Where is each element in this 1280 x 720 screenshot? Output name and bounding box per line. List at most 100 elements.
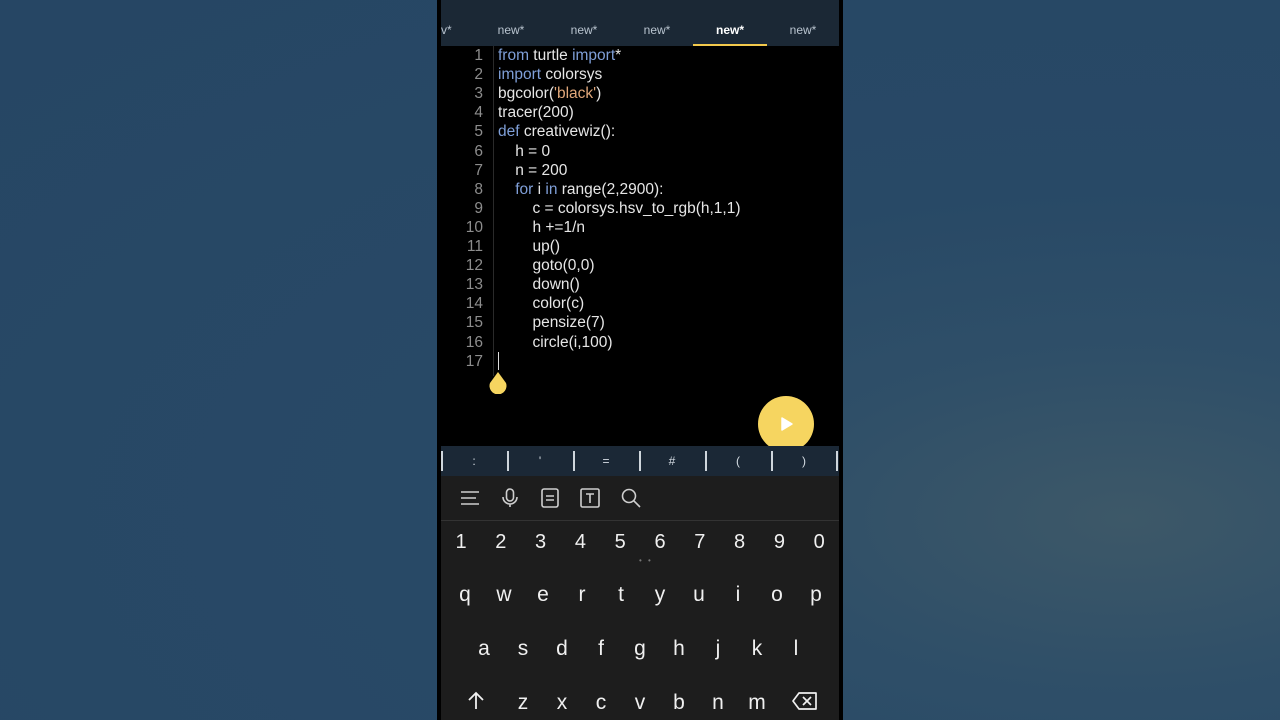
code-editor[interactable]: 1 from turtle import* 2 import colorsys 3 bgc… — [441, 46, 839, 446]
code-token: color(c) — [498, 295, 585, 313]
code-line[interactable]: 1 from turtle import* — [441, 46, 839, 65]
symbol-key[interactable]: ( — [705, 446, 771, 476]
code-token: tracer(200) — [498, 104, 574, 122]
key-j[interactable]: j — [700, 634, 736, 664]
menu-icon[interactable] — [458, 486, 482, 510]
tab-bar: v* new* new* new* new* new* — [441, 0, 839, 46]
tab-partial[interactable]: v* — [441, 21, 452, 39]
code-line[interactable]: 8 for i in range(2,2900): — [441, 180, 839, 199]
run-button[interactable] — [758, 396, 814, 452]
key-m[interactable]: m — [739, 688, 775, 718]
code-line[interactable]: 3 bgcolor('black') — [441, 84, 839, 103]
line-number: 10 — [465, 218, 483, 236]
key-5[interactable]: 5 — [602, 528, 638, 556]
key-g[interactable]: g — [622, 634, 658, 664]
key-z[interactable]: z — [505, 688, 541, 718]
shift-icon[interactable] — [465, 690, 487, 712]
search-icon[interactable] — [619, 486, 643, 510]
backspace-icon[interactable] — [791, 691, 819, 711]
tab-2[interactable]: new* — [547, 21, 621, 46]
code-token: ) — [596, 85, 602, 103]
key-x[interactable]: x — [544, 688, 580, 718]
code-line[interactable]: 2 import colorsys — [441, 65, 839, 84]
code-line[interactable]: 4 tracer(200) — [441, 103, 839, 122]
key-2[interactable]: 2 — [483, 528, 519, 556]
key-4[interactable]: 4 — [562, 528, 598, 556]
key-q[interactable]: q — [447, 580, 483, 610]
line-number: 9 — [474, 199, 483, 217]
symbol-key[interactable]: : — [441, 446, 507, 476]
tab-3[interactable]: new* — [620, 21, 694, 46]
clipboard-icon[interactable] — [538, 486, 562, 510]
keyword-token: for — [515, 180, 534, 198]
key-d[interactable]: d — [544, 634, 580, 664]
tab-4[interactable]: new* — [693, 21, 767, 46]
key-7[interactable]: 7 — [682, 528, 718, 556]
key-0[interactable]: 0 — [801, 528, 837, 556]
key-1[interactable]: 1 — [443, 528, 479, 556]
code-line[interactable]: 5 def creativewiz(): — [441, 122, 839, 141]
key-3[interactable]: 3 — [523, 528, 559, 556]
key-u[interactable]: u — [681, 580, 717, 610]
keyword-token: import — [572, 47, 616, 64]
code-token: creativewiz(): — [519, 123, 616, 141]
keyword-token: from — [498, 47, 529, 64]
symbol-key[interactable]: # — [639, 446, 705, 476]
microphone-icon[interactable] — [498, 486, 522, 510]
key-t[interactable]: t — [603, 580, 639, 610]
line-number: 3 — [474, 85, 483, 103]
code-text: import colorsys — [498, 65, 602, 84]
tab-5[interactable]: new* — [766, 21, 840, 46]
code-line[interactable]: 11 up() — [441, 237, 839, 256]
tab-1[interactable]: new* — [474, 21, 548, 46]
line-number: 16 — [465, 333, 483, 351]
key-r[interactable]: r — [564, 580, 600, 610]
symbol-key[interactable]: ) — [771, 446, 837, 476]
key-k[interactable]: k — [739, 634, 775, 664]
line-number: 12 — [465, 257, 483, 275]
code-line[interactable]: 16 circle(i,100) — [441, 333, 839, 352]
keyword-token: in — [545, 180, 558, 198]
code-token: h +=1/n — [498, 218, 586, 236]
code-line[interactable]: 17 — [441, 352, 839, 371]
code-text: up() — [498, 237, 560, 256]
key-l[interactable]: l — [778, 634, 814, 664]
key-s[interactable]: s — [505, 634, 541, 664]
key-h[interactable]: h — [661, 634, 697, 664]
key-8[interactable]: 8 — [722, 528, 758, 556]
code-line[interactable]: 10 h +=1/n — [441, 218, 839, 237]
key-o[interactable]: o — [759, 580, 795, 610]
key-n[interactable]: n — [700, 688, 736, 718]
code-text: bgcolor('black') — [498, 84, 601, 103]
line-number: 13 — [465, 276, 483, 294]
key-b[interactable]: b — [661, 688, 697, 718]
key-y[interactable]: y — [642, 580, 678, 610]
line-number: 8 — [474, 180, 483, 198]
code-text: for i in range(2,2900): — [498, 180, 663, 199]
code-line[interactable]: 13 down() — [441, 275, 839, 294]
code-line[interactable]: 12 goto(0,0) — [441, 256, 839, 275]
key-a[interactable]: a — [466, 634, 502, 664]
phone-frame: v* new* new* new* new* new* 1 from turtle imp… — [437, 0, 843, 720]
code-line[interactable]: 9 c = colorsys.hsv_to_rgb(h,1,1) — [441, 199, 839, 218]
symbol-key[interactable]: = — [573, 446, 639, 476]
code-token: h = 0 — [498, 142, 551, 160]
key-p[interactable]: p — [798, 580, 834, 610]
symbol-key[interactable]: ' — [507, 446, 573, 476]
key-i[interactable]: i — [720, 580, 756, 610]
key-v[interactable]: v — [622, 688, 658, 718]
key-e[interactable]: e — [525, 580, 561, 610]
code-line[interactable]: 7 n = 200 — [441, 161, 839, 180]
key-c[interactable]: c — [583, 688, 619, 718]
code-line[interactable]: 14 color(c) — [441, 294, 839, 313]
text-format-icon[interactable] — [578, 486, 602, 510]
key-w[interactable]: w — [486, 580, 522, 610]
code-line[interactable]: 6 h = 0 — [441, 142, 839, 161]
soft-keyboard: 1234567890 • • qwertyuiop asdfghjkl zxcv… — [441, 476, 839, 720]
key-6[interactable]: 6 — [642, 528, 678, 556]
key-f[interactable]: f — [583, 634, 619, 664]
code-line[interactable]: 15 pensize(7) — [441, 313, 839, 332]
key-9[interactable]: 9 — [761, 528, 797, 556]
cursor-handle-icon[interactable] — [488, 372, 508, 394]
code-text: tracer(200) — [498, 103, 574, 122]
